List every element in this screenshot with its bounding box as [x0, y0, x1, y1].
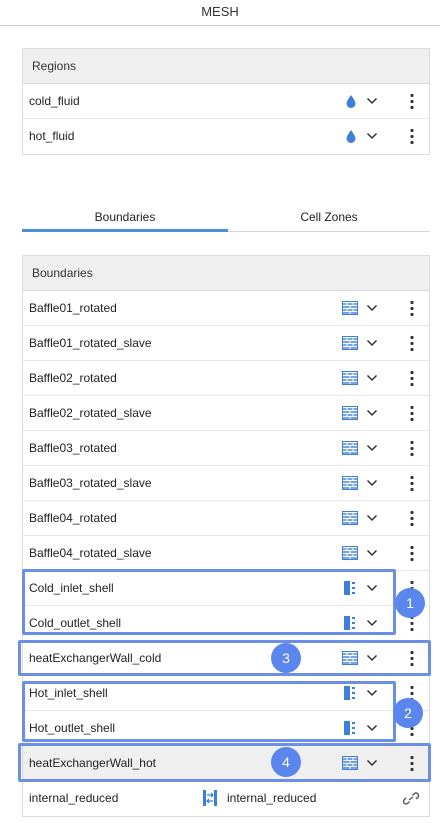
- more-options-icon[interactable]: [409, 475, 415, 492]
- chevron-down-icon[interactable]: [366, 547, 378, 559]
- link-icon[interactable]: [403, 791, 419, 806]
- boundary-label: Baffle02_rotated_slave: [29, 406, 152, 420]
- boundary-row[interactable]: internal_reduced internal_reduced: [23, 781, 429, 816]
- chevron-down-icon[interactable]: [366, 442, 378, 454]
- regions-header: Regions: [23, 49, 429, 84]
- panel-title: MESH: [201, 4, 239, 19]
- more-options-icon[interactable]: [409, 405, 415, 422]
- more-options-icon[interactable]: [409, 335, 415, 352]
- boundary-label: Baffle04_rotated: [29, 511, 117, 525]
- more-options-icon[interactable]: [409, 128, 415, 145]
- boundary-row[interactable]: Baffle03_rotated: [23, 431, 429, 466]
- more-options-icon[interactable]: [409, 300, 415, 317]
- fluid-drop-icon: [346, 95, 356, 108]
- highlight-wall-hot: [18, 743, 431, 782]
- callout-badge-4: 4: [271, 747, 301, 777]
- boundary-label: Baffle02_rotated: [29, 371, 117, 385]
- wall-icon: [342, 301, 358, 315]
- regions-panel: Regions cold_fluid hot_fluid: [22, 48, 430, 155]
- region-row-cold-fluid[interactable]: cold_fluid: [23, 84, 429, 119]
- callout-badge-2: 2: [393, 698, 423, 728]
- more-options-icon[interactable]: [409, 370, 415, 387]
- boundary-label: Baffle04_rotated_slave: [29, 546, 152, 560]
- wall-icon: [342, 406, 358, 420]
- wall-icon: [342, 441, 358, 455]
- chevron-down-icon[interactable]: [366, 512, 378, 524]
- wall-icon: [342, 511, 358, 525]
- callout-badge-1: 1: [395, 588, 425, 618]
- region-label: cold_fluid: [29, 94, 80, 108]
- fluid-drop-icon: [346, 130, 356, 143]
- callout-badge-3: 3: [271, 643, 301, 673]
- boundary-label: Baffle01_rotated_slave: [29, 336, 152, 350]
- chevron-down-icon[interactable]: [366, 302, 378, 314]
- boundary-label: Baffle01_rotated: [29, 301, 117, 315]
- wall-icon: [342, 371, 358, 385]
- boundary-row[interactable]: Baffle01_rotated_slave: [23, 326, 429, 361]
- highlight-hot-shells: [22, 681, 396, 742]
- boundary-row[interactable]: Baffle04_rotated: [23, 501, 429, 536]
- boundary-label: internal_reduced: [29, 791, 119, 805]
- boundary-row[interactable]: Baffle03_rotated_slave: [23, 466, 429, 501]
- wall-icon: [342, 336, 358, 350]
- title-divider: [0, 25, 440, 26]
- boundary-row[interactable]: Baffle02_rotated: [23, 361, 429, 396]
- boundary-row[interactable]: Baffle01_rotated: [23, 291, 429, 326]
- wall-icon: [342, 476, 358, 490]
- more-options-icon[interactable]: [409, 510, 415, 527]
- highlight-cold-shells: [22, 569, 396, 635]
- active-tab-indicator: [22, 229, 228, 232]
- boundary-row[interactable]: Baffle02_rotated_slave: [23, 396, 429, 431]
- chevron-down-icon[interactable]: [366, 372, 378, 384]
- more-options-icon[interactable]: [409, 93, 415, 110]
- boundary-label: Baffle03_rotated: [29, 441, 117, 455]
- chevron-down-icon[interactable]: [366, 477, 378, 489]
- boundary-type-label: internal_reduced: [227, 791, 317, 805]
- boundary-label: Baffle03_rotated_slave: [29, 476, 152, 490]
- tab-cell-zones[interactable]: Cell Zones: [228, 201, 430, 233]
- region-label: hot_fluid: [29, 129, 75, 143]
- wall-icon: [342, 546, 358, 560]
- region-row-hot-fluid[interactable]: hot_fluid: [23, 119, 429, 154]
- interface-icon: [203, 790, 217, 806]
- more-options-icon[interactable]: [409, 440, 415, 457]
- chevron-down-icon[interactable]: [366, 337, 378, 349]
- boundary-tabs: Boundaries Cell Zones: [22, 201, 430, 233]
- more-options-icon[interactable]: [409, 545, 415, 562]
- chevron-down-icon[interactable]: [366, 130, 378, 142]
- boundary-row[interactable]: Baffle04_rotated_slave: [23, 536, 429, 571]
- chevron-down-icon[interactable]: [366, 407, 378, 419]
- chevron-down-icon[interactable]: [366, 95, 378, 107]
- boundaries-header: Boundaries: [23, 256, 429, 291]
- highlight-wall-cold: [18, 640, 431, 676]
